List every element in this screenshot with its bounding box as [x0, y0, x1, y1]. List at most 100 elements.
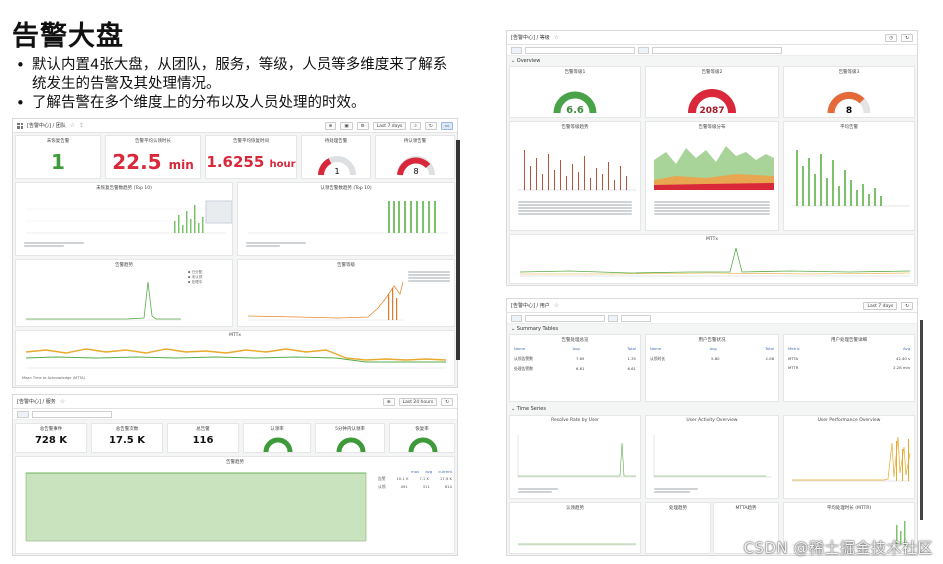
add-panel-button[interactable]: ⊕	[324, 121, 337, 130]
scrollbar[interactable]	[920, 320, 923, 520]
stat-panel: 总告警事件 728 K	[15, 423, 87, 453]
variable-select[interactable]	[32, 410, 113, 418]
chart-title: MTTA趋势	[735, 506, 757, 511]
view-mode-button[interactable]: ▭	[440, 121, 453, 130]
section-header[interactable]: ⌄ Summary Tables	[511, 326, 558, 332]
section-header[interactable]: ⌄ Overview	[511, 58, 540, 64]
legend-row[interactable]: 告警 10.1 K 7.1 K 17.9 K	[378, 476, 452, 482]
timeseries-panel: 处理趋势	[645, 502, 711, 554]
gauge-value: 8	[413, 167, 418, 176]
table-row: 认领告警数 7.65 1.35	[514, 356, 636, 361]
bar-chart	[248, 201, 448, 234]
time-range-picker[interactable]: Last 7 days	[372, 121, 407, 130]
timeseries-panel: Resolve Rate by User	[509, 415, 641, 499]
stat-panel: 告警平均认领时长 22.5 min	[105, 135, 201, 179]
chart-footer-label: Mean Time to Acknowledge (MTTA)	[22, 376, 86, 380]
dashboard-breadcrumb[interactable]: [告警中心] / 用户	[511, 302, 550, 309]
variable-select[interactable]	[620, 314, 651, 322]
gauge-panel: 告警等级2 2087	[645, 66, 779, 118]
bar-chart	[26, 200, 233, 234]
stat-value: 17.5 K	[109, 435, 145, 446]
gauge-panel: 告警等级3 8	[783, 66, 915, 118]
stat-panel: 告警平均恢复时间 1.6255 hour	[205, 135, 297, 179]
gauge-chart: 8	[397, 156, 435, 176]
scrollbar[interactable]	[456, 140, 460, 360]
stat-title: 未恢复告警	[46, 139, 70, 144]
level-trend-panel: 告警等级趋势	[509, 121, 641, 231]
line-chart	[25, 348, 447, 369]
legend-row[interactable]: 认领 491 311 614	[378, 484, 452, 490]
service-trend-panel: 告警趋势 max avg current 告警 10.1 K 7.1 K 17.9 K…	[15, 456, 455, 554]
time-range-picker[interactable]: ◷	[885, 33, 898, 42]
zoom-out-button[interactable]: ⌕	[410, 121, 421, 130]
dashboard-breadcrumb[interactable]: [告警中心] / 等级	[511, 34, 550, 41]
gauge-chart	[408, 437, 438, 453]
dashboard-breadcrumb[interactable]: [告警中心] / 服务	[17, 398, 56, 405]
legend-col-header[interactable]: avg	[425, 469, 432, 474]
line-chart	[519, 247, 911, 277]
stat-panel: 总告警 116	[167, 423, 239, 453]
gauge-chart: 1	[318, 156, 356, 176]
chart-legend: ▪ 已分配 ▪ 未认领 ▪ 处理中	[188, 270, 228, 285]
stat-value: 1	[51, 150, 65, 174]
unrecovered-trend-panel: 未恢复告警数趋势 (Top 10)	[15, 182, 233, 256]
gauge-chart: 2087	[688, 89, 736, 116]
variable-select[interactable]	[525, 46, 636, 54]
add-panel-button[interactable]: ⊕	[382, 397, 395, 406]
refresh-button[interactable]: ↻	[901, 33, 913, 42]
variable-filter-row	[13, 409, 457, 420]
time-range-picker[interactable]: Last 24 hours	[398, 397, 438, 406]
stat-panel: 未恢复告警 1	[15, 135, 101, 179]
gauge-chart	[263, 437, 293, 453]
apps-grid-icon[interactable]	[17, 122, 23, 129]
star-icon[interactable]: ☆	[554, 34, 559, 41]
variable-label	[511, 314, 523, 322]
variable-label	[17, 410, 30, 418]
summary-table-panel: 用户告警状况 Name Avg Total 认领时长 5.80 2.08	[645, 334, 779, 402]
service-dashboard: [告警中心] / 服务 ☆ ⊕ Last 24 hours ↻ 总告警事件 72…	[12, 394, 458, 556]
area-chart	[25, 472, 367, 542]
refresh-button[interactable]: ↻	[901, 301, 913, 310]
gauge-panel: 待认领告警 8	[375, 135, 455, 179]
time-range-picker[interactable]: Last 7 days	[863, 301, 898, 310]
section-header[interactable]: ⌄ Time Series	[511, 406, 546, 412]
settings-button[interactable]: ⚙	[356, 121, 369, 130]
dashboard-breadcrumb[interactable]: [告警中心] / 团队	[27, 122, 66, 129]
legend-col-header[interactable]: current	[438, 469, 452, 474]
table-header: Metric Avg	[788, 346, 910, 351]
table-row: 认领时长 5.80 2.08	[650, 356, 774, 361]
bar-chart	[792, 436, 911, 482]
stat-panel: 总告警次数 17.5 K	[91, 423, 163, 453]
variable-filter-row	[507, 313, 917, 324]
user-dashboard-toolbar: [告警中心] / 用户 ☆ Last 7 days ↻	[507, 299, 917, 313]
table-row: 处理告警数 6.61 6.61	[514, 366, 636, 371]
area-chart	[654, 146, 774, 190]
chart-legend	[408, 270, 450, 283]
refresh-button[interactable]: ↻	[441, 397, 453, 406]
gauge-panel: 5分钟内认领率	[315, 423, 385, 453]
alert-trend-panel: 告警趋势 ▪ 已分配 ▪ 未认领 ▪ 处理中	[15, 259, 233, 327]
team-dashboard: [告警中心] / 团队 ☆ ⇪ ⊕ ▣ ⚙ Last 7 days ⌕ ↻ ▭ …	[12, 118, 458, 388]
service-dashboard-toolbar: [告警中心] / 服务 ☆ ⊕ Last 24 hours ↻	[13, 395, 457, 409]
stat-title: 总告警次数	[115, 427, 139, 432]
star-icon[interactable]: ☆	[554, 302, 559, 309]
line-chart	[247, 281, 404, 321]
timeseries-panel: User Performance Overview	[783, 415, 915, 499]
star-icon[interactable]: ☆	[60, 398, 65, 405]
table-row: MTTA 42.40 s	[788, 356, 910, 361]
share-icon[interactable]: ⇪	[79, 122, 84, 129]
stat-title: 告警平均认领时长	[135, 139, 171, 144]
star-icon[interactable]: ☆	[70, 122, 75, 129]
refresh-button[interactable]: ↻	[424, 121, 437, 130]
acked-trend-panel: 认领告警数趋势 (Top 10)	[237, 182, 455, 256]
chart-legend-table: max avg current 告警 10.1 K 7.1 K 17.9 K 认领 49…	[378, 469, 452, 490]
legend-col-header[interactable]: max	[411, 469, 419, 474]
stat-value: 1.6255 hour	[206, 153, 296, 171]
save-button[interactable]: ▣	[340, 121, 353, 130]
variable-filter-row	[507, 45, 917, 56]
gauge-value: 2087	[699, 106, 724, 116]
variable-select[interactable]	[525, 314, 606, 322]
variable-select[interactable]	[652, 46, 783, 54]
table-header: Name Avg Total	[650, 346, 774, 351]
alert-level-panel: 告警等级	[237, 259, 455, 327]
